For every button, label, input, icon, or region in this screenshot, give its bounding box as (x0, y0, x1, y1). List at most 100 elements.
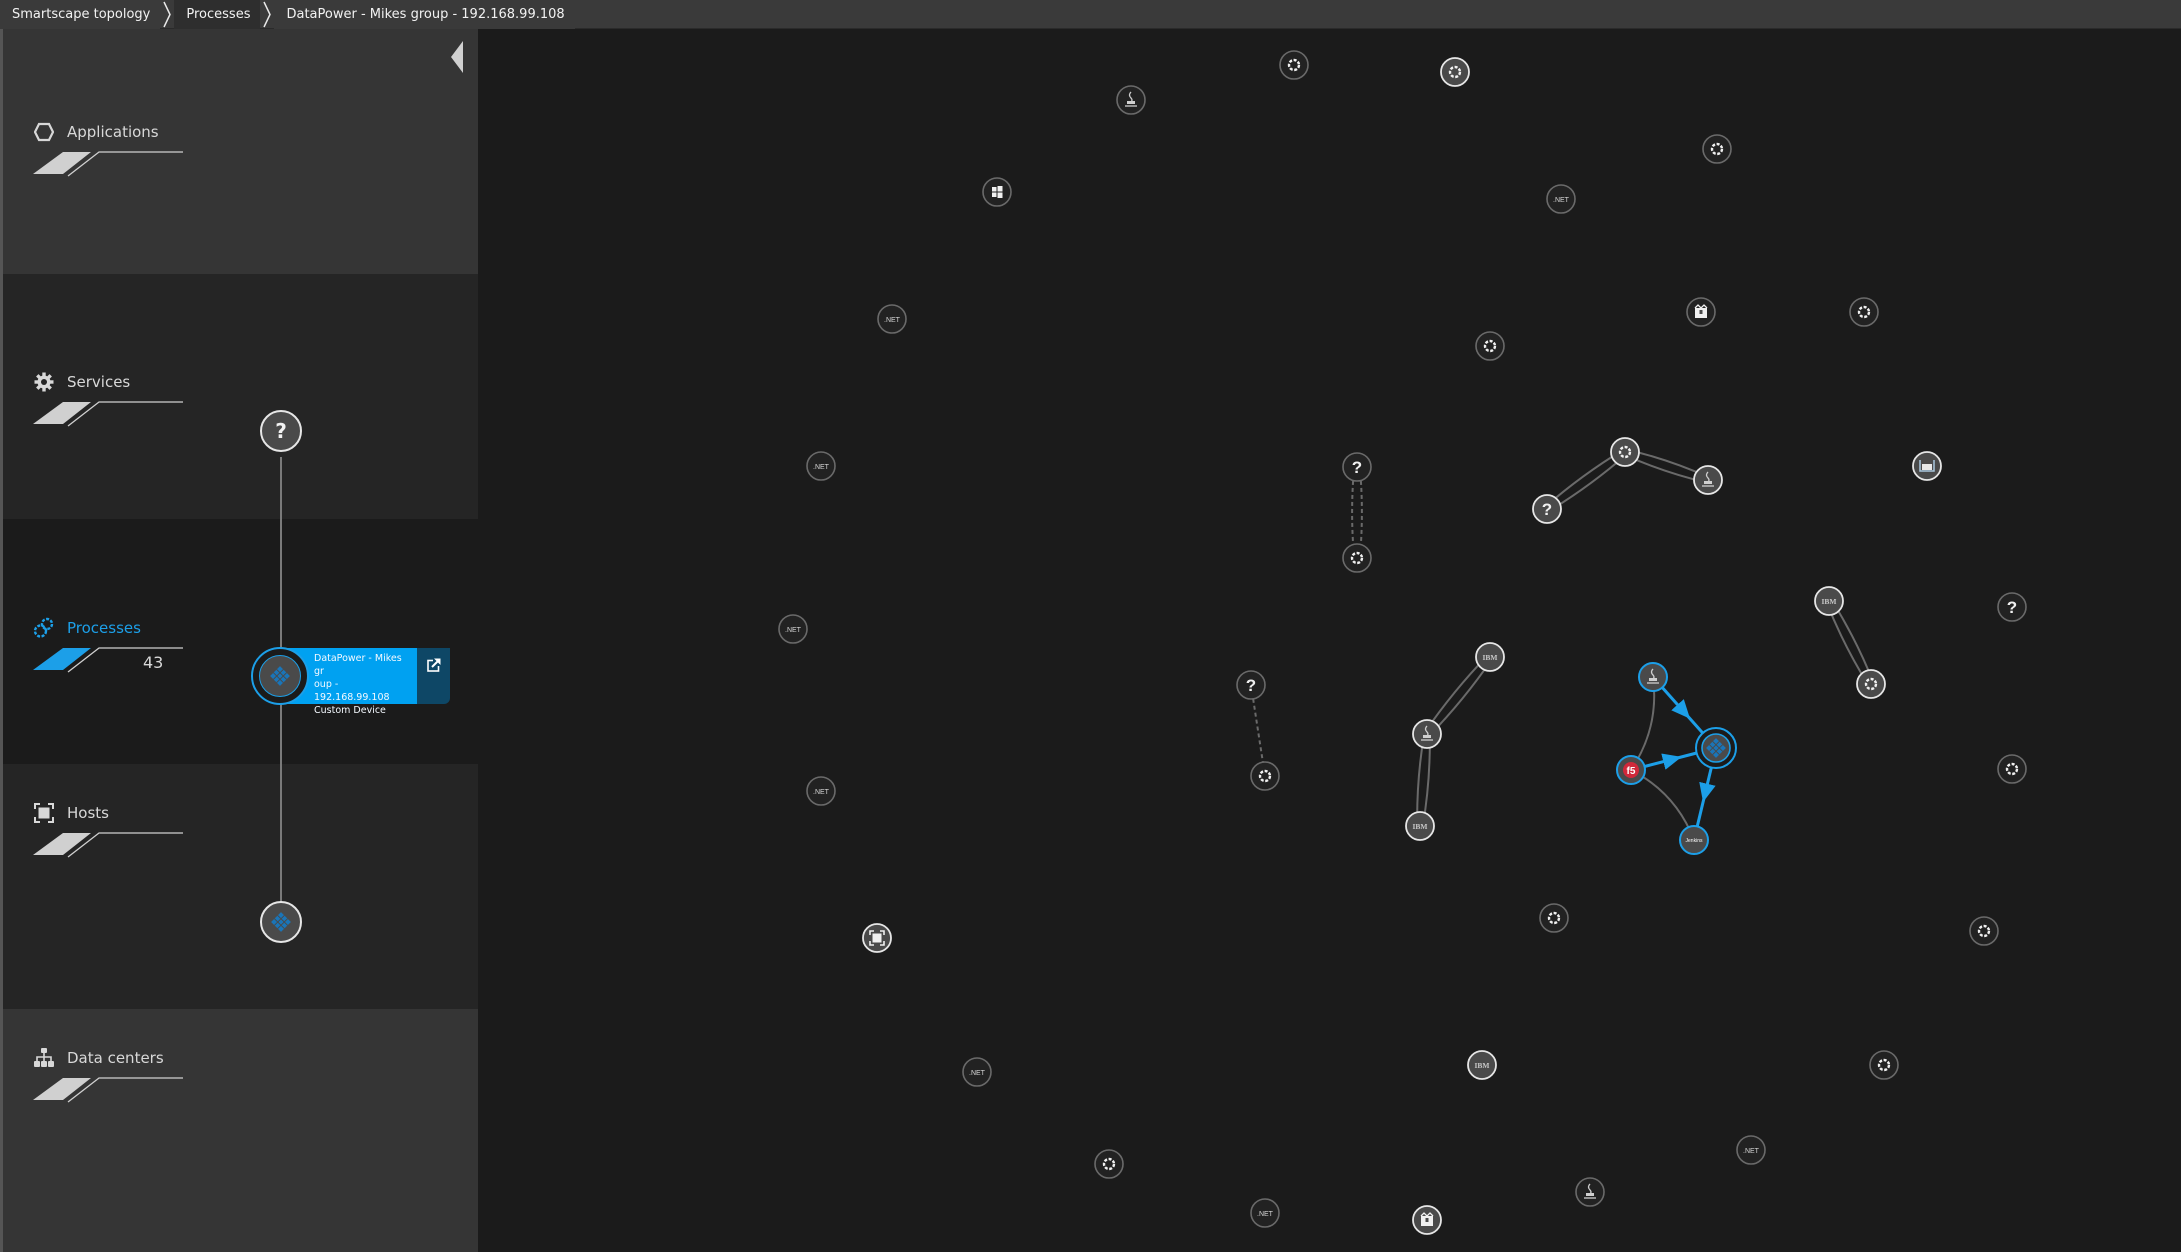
layer-processes-header[interactable]: Processes (33, 617, 141, 639)
process-node-gear[interactable] (1342, 543, 1372, 573)
datapower-icon (271, 912, 291, 932)
datapower-icon (270, 666, 290, 686)
node-circle (1539, 903, 1569, 933)
process-node-host[interactable] (862, 923, 892, 953)
svg-text:f5: f5 (1627, 766, 1636, 777)
process-node-f5[interactable]: f5 (1616, 755, 1646, 785)
svg-text:IBM: IBM (1822, 597, 1837, 606)
process-node-ibm[interactable]: IBM (1814, 586, 1844, 616)
process-node-dotnet[interactable]: .NET (962, 1057, 992, 1087)
svg-text:.NET: .NET (813, 464, 830, 471)
question-icon: ? (1246, 676, 1256, 695)
layer-services-header[interactable]: Services (33, 371, 130, 393)
process-node-java[interactable] (1693, 465, 1723, 495)
dotnet-icon: .NET (813, 789, 830, 796)
layer-data-centers[interactable]: Data centers (3, 1009, 478, 1252)
jenkins-icon: Jenkins (1686, 838, 1703, 844)
svg-text:IBM: IBM (1475, 1061, 1490, 1070)
svg-text:Jenkins: Jenkins (1686, 838, 1703, 844)
datacenter-icon (33, 1047, 55, 1069)
edge[interactable] (1644, 750, 1703, 770)
process-node-dotnet[interactable]: .NET (877, 304, 907, 334)
process-node-question[interactable]: ? (1236, 670, 1266, 700)
collapse-sidebar-button[interactable] (451, 41, 465, 73)
layer-hosts-header[interactable]: Hosts (33, 802, 109, 824)
node-circle (1475, 331, 1505, 361)
breadcrumb-label: DataPower - Mikes group - 192.168.99.108 (286, 6, 565, 22)
svg-text:IBM: IBM (1413, 822, 1428, 831)
node-circle (1638, 662, 1668, 692)
process-node-ibm[interactable]: IBM (1475, 642, 1505, 672)
layer-processes[interactable]: Processes 43 (3, 519, 478, 764)
breadcrumb-processes[interactable]: Processes (174, 0, 261, 29)
process-node-box[interactable] (1412, 1205, 1442, 1235)
process-node-gear[interactable] (1702, 134, 1732, 164)
layer-label: Processes (67, 619, 141, 637)
svg-text:?: ? (1542, 500, 1552, 519)
node-circle (1342, 543, 1372, 573)
svg-text:.NET: .NET (1257, 1211, 1274, 1218)
process-node-gear[interactable] (1440, 57, 1470, 87)
process-node-gear[interactable] (1279, 50, 1309, 80)
question-icon: ? (1352, 458, 1362, 477)
selected-process-card[interactable]: DataPower - Mikes gr oup - 192.168.99.10… (251, 647, 451, 716)
process-node-dotnet[interactable]: .NET (778, 614, 808, 644)
process-node-java[interactable] (1575, 1177, 1605, 1207)
edge[interactable] (1661, 686, 1708, 739)
process-node-gear[interactable] (1997, 754, 2027, 784)
process-node-java[interactable] (1412, 719, 1442, 749)
process-node-gear[interactable] (1610, 437, 1640, 467)
layer-services[interactable]: Services (3, 274, 478, 519)
edge[interactable] (1695, 761, 1716, 827)
process-node-dotnet[interactable]: .NET (806, 776, 836, 806)
process-node-gear[interactable] (1094, 1149, 1124, 1179)
process-topology-canvas[interactable]: .NET .NET .NET?? IBM? .NET? IBM f5 .NET IBM Jenki… (478, 29, 2181, 1252)
process-node-jenkins[interactable]: Jenkins (1679, 825, 1709, 855)
process-node-datapower[interactable] (1695, 727, 1737, 769)
layer-data-centers-header[interactable]: Data centers (33, 1047, 164, 1069)
ibm-icon: IBM (1483, 653, 1498, 662)
chevron-left-icon (451, 41, 463, 73)
processes-count: 43 (143, 653, 164, 672)
dotnet-icon: .NET (785, 627, 802, 634)
stack-service-node[interactable]: ? (260, 410, 302, 452)
process-node-gear[interactable] (1475, 331, 1505, 361)
node-circle (1997, 754, 2027, 784)
process-node-question[interactable]: ? (1342, 452, 1372, 482)
layer-hosts[interactable]: Hosts (3, 764, 478, 1009)
process-node-dotnet[interactable]: .NET (1250, 1198, 1280, 1228)
selected-process-node[interactable] (251, 647, 309, 705)
hexagon-icon (33, 121, 55, 143)
question-icon: ? (1542, 500, 1552, 519)
selected-process-type: Custom Device (314, 705, 386, 716)
node-circle (1702, 134, 1732, 164)
process-node-ibm[interactable]: IBM (1467, 1050, 1497, 1080)
process-node-mailbox[interactable] (1912, 451, 1942, 481)
breadcrumb-current-entity: DataPower - Mikes group - 192.168.99.108 (274, 0, 575, 29)
edge-line (1661, 686, 1691, 719)
process-node-question[interactable]: ? (1532, 494, 1562, 524)
process-node-java[interactable] (1116, 85, 1146, 115)
process-node-gear[interactable] (1856, 669, 1886, 699)
process-node-gear[interactable] (1849, 297, 1879, 327)
process-node-gear[interactable] (1250, 761, 1280, 791)
layer-applications[interactable]: Applications (3, 29, 478, 274)
process-node-gear[interactable] (1869, 1050, 1899, 1080)
breadcrumb-smartscape-topology[interactable]: Smartscape topology (0, 0, 161, 29)
process-node-box[interactable] (1686, 297, 1716, 327)
process-node-java[interactable] (1638, 662, 1668, 692)
process-node-windows[interactable] (982, 177, 1012, 207)
process-node-ibm[interactable]: IBM (1405, 811, 1435, 841)
process-node-dotnet[interactable]: .NET (806, 451, 836, 481)
svg-text:?: ? (1352, 458, 1362, 477)
stack-host-node[interactable] (260, 901, 302, 943)
process-node-gear[interactable] (1969, 916, 1999, 946)
process-node-dotnet[interactable]: .NET (1736, 1135, 1766, 1165)
process-node-dotnet[interactable]: .NET (1546, 184, 1576, 214)
process-graph[interactable]: .NET .NET .NET ?? IBM ? .NET? IBM f5 .NET IBM Jenki… (478, 29, 2181, 1252)
layer-applications-header[interactable]: Applications (33, 121, 159, 143)
dotnet-icon: .NET (813, 464, 830, 471)
process-node-question[interactable]: ? (1997, 592, 2027, 622)
open-process-details-button[interactable] (417, 648, 450, 704)
process-node-gear[interactable] (1539, 903, 1569, 933)
